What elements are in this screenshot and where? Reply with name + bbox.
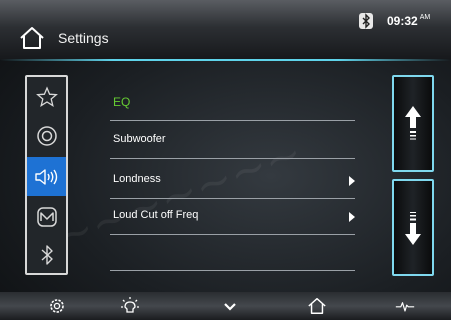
bluetooth-status-icon [359, 13, 373, 29]
sidebar [25, 75, 68, 275]
logo-icon [36, 206, 57, 227]
gear-icon[interactable] [47, 296, 67, 316]
menu-divider [110, 120, 355, 121]
clock: 09:32 AM [387, 14, 430, 28]
chevron-down-icon[interactable] [220, 296, 240, 316]
menu-item-loudness[interactable]: Londness [110, 163, 355, 199]
sidebar-item-bluetooth[interactable] [27, 235, 66, 274]
bottom-bar [0, 292, 451, 320]
scroll-up-button[interactable] [392, 75, 434, 172]
menu-item-eq[interactable]: EQ [110, 85, 355, 121]
sidebar-item-logo[interactable] [27, 197, 66, 236]
waveform-icon[interactable] [395, 296, 415, 316]
chevron-right-icon [349, 212, 355, 222]
bluetooth-icon [41, 244, 53, 265]
menu-item-label: Londness [113, 173, 161, 185]
menu-divider [110, 158, 355, 159]
star-icon [35, 85, 58, 107]
menu-divider [110, 270, 355, 271]
menu-item-label: Loud Cut off Freq [113, 209, 199, 221]
home-icon[interactable] [18, 25, 46, 51]
sidebar-item-favorites[interactable] [27, 77, 66, 116]
chevron-right-icon [349, 176, 355, 186]
menu-item-subwoofer[interactable]: Subwoofer [110, 123, 355, 159]
clock-time: 09:32 [387, 14, 418, 28]
disc-icon [36, 125, 57, 146]
brightness-icon[interactable] [120, 296, 140, 316]
scroll-up-arrow-icon [405, 105, 421, 139]
scroll-down-arrow-icon [405, 211, 421, 245]
menu-item-loud-cut-off-freq[interactable]: Loud Cut off Freq [110, 199, 355, 235]
clock-ampm: AM [419, 14, 431, 21]
menu-item-label: Subwoofer [113, 133, 166, 145]
settings-screen: Settings 09:32 AM ~~~~~~~ EQ Subwoofer L… [0, 0, 451, 320]
sidebar-item-disc[interactable] [27, 116, 66, 155]
top-bar: Settings 09:32 AM [0, 0, 451, 60]
home-icon[interactable] [307, 296, 327, 316]
page-title: Settings [58, 30, 109, 46]
menu-item-empty [110, 235, 355, 271]
sidebar-item-audio[interactable] [27, 157, 66, 196]
speaker-icon [34, 168, 57, 185]
scroll-down-button[interactable] [392, 179, 434, 276]
header-divider [0, 59, 451, 61]
menu-item-label: EQ [113, 95, 131, 109]
